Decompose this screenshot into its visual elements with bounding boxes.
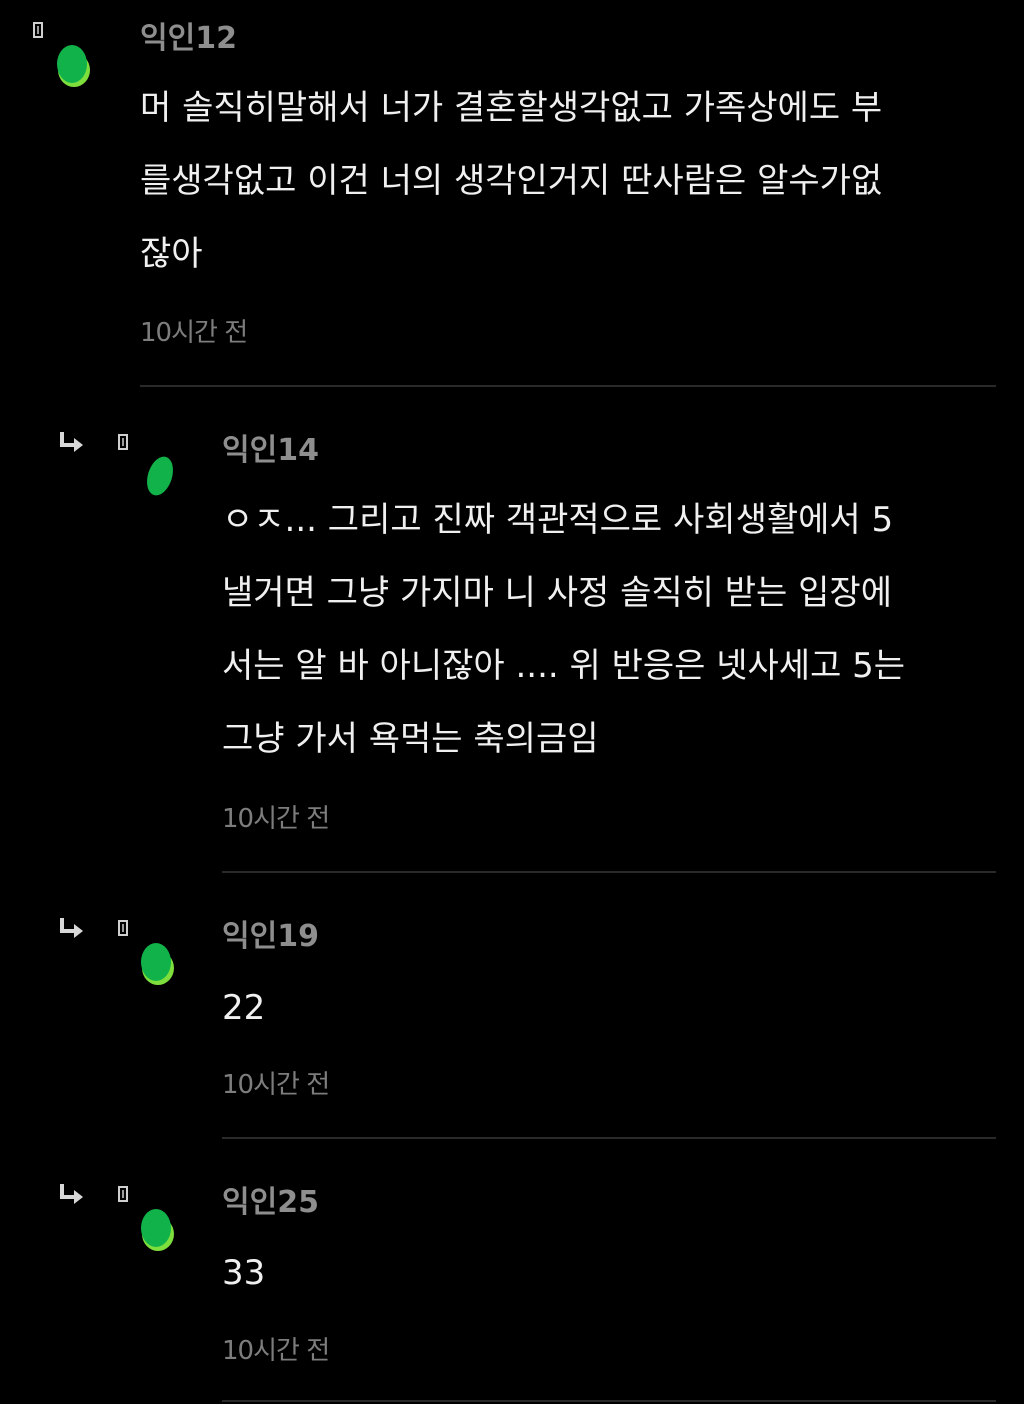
avatar-icon[interactable]	[138, 1206, 178, 1254]
comment-body: 33	[222, 1253, 266, 1293]
reply-arrow-icon	[60, 1184, 83, 1204]
nickname[interactable]: 익인25	[222, 1186, 319, 1220]
reply-item: 익인25 33 10시간 전	[0, 0, 1024, 1404]
divider	[222, 1400, 996, 1402]
missing-glyph-icon	[118, 1186, 128, 1202]
timestamp: 10시간 전	[222, 1336, 330, 1366]
